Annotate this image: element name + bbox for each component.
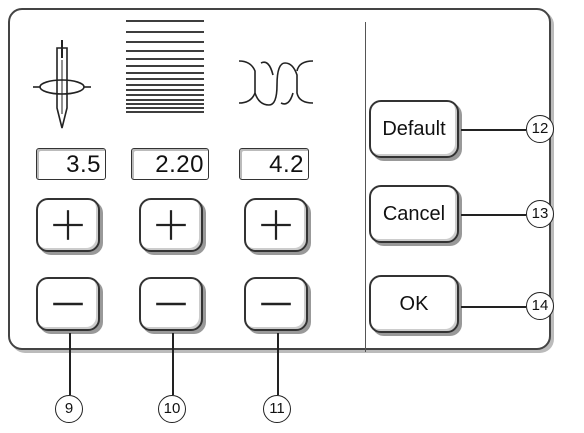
thread-tension-value: 4.2 [239, 148, 309, 180]
callout-11: 11 [263, 395, 291, 423]
callout-14: 14 [526, 292, 554, 320]
callout-9: 9 [55, 395, 83, 423]
panel-divider [365, 22, 366, 352]
plus-icon [156, 210, 186, 240]
stitch-length-minus-button[interactable] [139, 277, 203, 331]
leader-line-11 [277, 333, 279, 395]
plus-icon [53, 210, 83, 240]
thread-tension-icon [238, 60, 314, 106]
callout-10: 10 [158, 395, 186, 423]
needle-position-minus-button[interactable] [36, 277, 100, 331]
leader-line-9 [69, 333, 71, 395]
minus-icon [261, 302, 291, 306]
leader-line-13 [461, 214, 526, 216]
ok-button[interactable]: OK [369, 275, 459, 333]
minus-icon [53, 302, 83, 306]
plus-icon [261, 210, 291, 240]
stitch-length-icon [126, 20, 204, 113]
callout-13: 13 [526, 200, 554, 228]
callout-12: 12 [526, 115, 554, 143]
leader-line-12 [461, 129, 526, 131]
leader-line-14 [461, 306, 526, 308]
stitch-length-value: 2.20 [131, 148, 209, 180]
minus-icon [156, 302, 186, 306]
needle-position-icon [33, 40, 91, 129]
needle-position-value: 3.5 [36, 148, 106, 180]
thread-tension-minus-button[interactable] [244, 277, 308, 331]
stitch-length-plus-button[interactable] [139, 198, 203, 252]
default-button[interactable]: Default [369, 100, 459, 158]
thread-tension-plus-button[interactable] [244, 198, 308, 252]
cancel-button[interactable]: Cancel [369, 185, 459, 243]
needle-position-plus-button[interactable] [36, 198, 100, 252]
leader-line-10 [172, 333, 174, 395]
